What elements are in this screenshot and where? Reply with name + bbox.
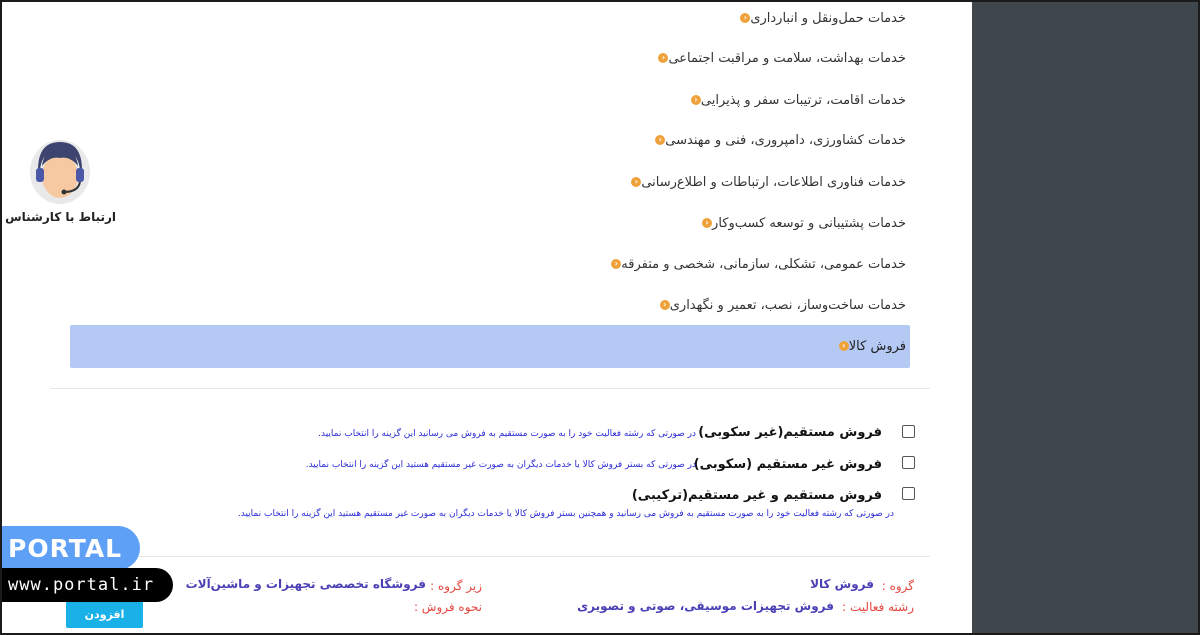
category-label: خدمات فناوری اطلاعات، ارتباطات و اطلاع‌ر…: [641, 174, 906, 190]
category-label: خدمات پشتیبانی و توسعه کسب‌وکار: [712, 215, 906, 231]
category-label: خدمات حمل‌ونقل و انبارداری: [750, 10, 906, 26]
add-button[interactable]: افزودن: [66, 601, 143, 628]
category-label: فروش کالا: [848, 338, 906, 354]
direct-sale-checkbox[interactable]: [902, 425, 915, 438]
option-label: فروش غیر مستقیم (سکوبی): [693, 457, 882, 472]
bullet-icon: ‹: [658, 53, 669, 63]
bullet-icon: ‹: [690, 95, 701, 105]
option-label: فروش مستقیم و غیر مستقیم(ترکیبی): [631, 488, 882, 503]
indirect-sale-checkbox[interactable]: [902, 456, 915, 469]
bullet-icon: ‹: [611, 259, 622, 269]
bullet-icon: ‹: [655, 135, 666, 145]
option-description: در صورتی که رشته فعالیت خود را به صورت م…: [318, 429, 696, 439]
subgroup-value: فروشگاه تخصصی تجهیزات و ماشین‌آلات: [185, 577, 426, 591]
category-item-it[interactable]: ‹ خدمات فناوری اطلاعات، ارتباطات و اطلاع…: [626, 169, 906, 195]
portal-logo: PORTAL: [2, 526, 140, 570]
divider: [50, 556, 930, 557]
category-label: خدمات بهداشت، سلامت و مراقبت اجتماعی: [668, 50, 906, 66]
category-item-transport[interactable]: ‹ خدمات حمل‌ونقل و انبارداری: [735, 5, 906, 31]
activity-label: رشته فعالیت :: [842, 600, 914, 614]
support-label[interactable]: ارتباط با کارشناس: [5, 210, 116, 224]
subgroup-label: زیر گروه :: [430, 579, 482, 593]
activity-value: فروش تجهیزات موسیقی، صوتی و تصویری: [577, 599, 834, 613]
category-item-construction[interactable]: ‹ خدمات ساخت‌وساز، نصب، تعمیر و نگهداری: [655, 292, 906, 318]
content-area: ‹ خدمات حمل‌ونقل و انبارداری ‹ خدمات بهد…: [2, 2, 972, 633]
option-description: در صورتی که رشته فعالیت خود را به صورت م…: [237, 509, 894, 519]
group-value: فروش کالا: [810, 577, 874, 591]
combined-sale-checkbox[interactable]: [902, 487, 915, 500]
category-label: خدمات کشاورزی، دامپروری، فنی و مهندسی: [665, 132, 906, 148]
option-description: در صورتی که بستر فروش کالا یا خدمات دیگر…: [305, 460, 696, 470]
right-side-panel: [972, 2, 1198, 633]
sale-method-label: نحوه فروش :: [413, 600, 482, 614]
category-item-health[interactable]: ‹ خدمات بهداشت، سلامت و مراقبت اجتماعی: [653, 45, 906, 71]
category-label: خدمات اقامت، ترتیبات سفر و پذیرایی: [700, 92, 906, 108]
support-agent-icon[interactable]: [24, 130, 96, 206]
category-item-general[interactable]: ‹ خدمات عمومی، تشکلی، سازمانی، شخصی و مت…: [606, 251, 906, 277]
category-item-business-support[interactable]: ‹ خدمات پشتیبانی و توسعه کسب‌وکار: [697, 210, 906, 236]
selected-category: ‹ فروش کالا: [834, 333, 906, 359]
option-label: فروش مستقیم(غیر سکوبی): [698, 425, 882, 440]
category-item-hospitality[interactable]: ‹ خدمات اقامت، ترتیبات سفر و پذیرایی: [686, 87, 906, 113]
bullet-icon: ‹: [659, 300, 670, 310]
portal-url: www.portal.ir: [2, 568, 173, 602]
bullet-icon: ‹: [740, 13, 751, 23]
bullet-icon: ‹: [838, 341, 849, 351]
bullet-icon: ‹: [702, 218, 713, 228]
bullet-icon: ‹: [631, 177, 642, 187]
category-label: خدمات عمومی، تشکلی، سازمانی، شخصی و متفر…: [621, 256, 906, 272]
category-item-goods-sale-selected[interactable]: ‹ فروش کالا: [70, 325, 910, 368]
divider: [50, 388, 930, 389]
group-label: گروه :: [881, 579, 914, 593]
category-label: خدمات ساخت‌وساز، نصب، تعمیر و نگهداری: [669, 297, 906, 313]
category-item-agriculture[interactable]: ‹ خدمات کشاورزی، دامپروری، فنی و مهندسی: [650, 127, 906, 153]
